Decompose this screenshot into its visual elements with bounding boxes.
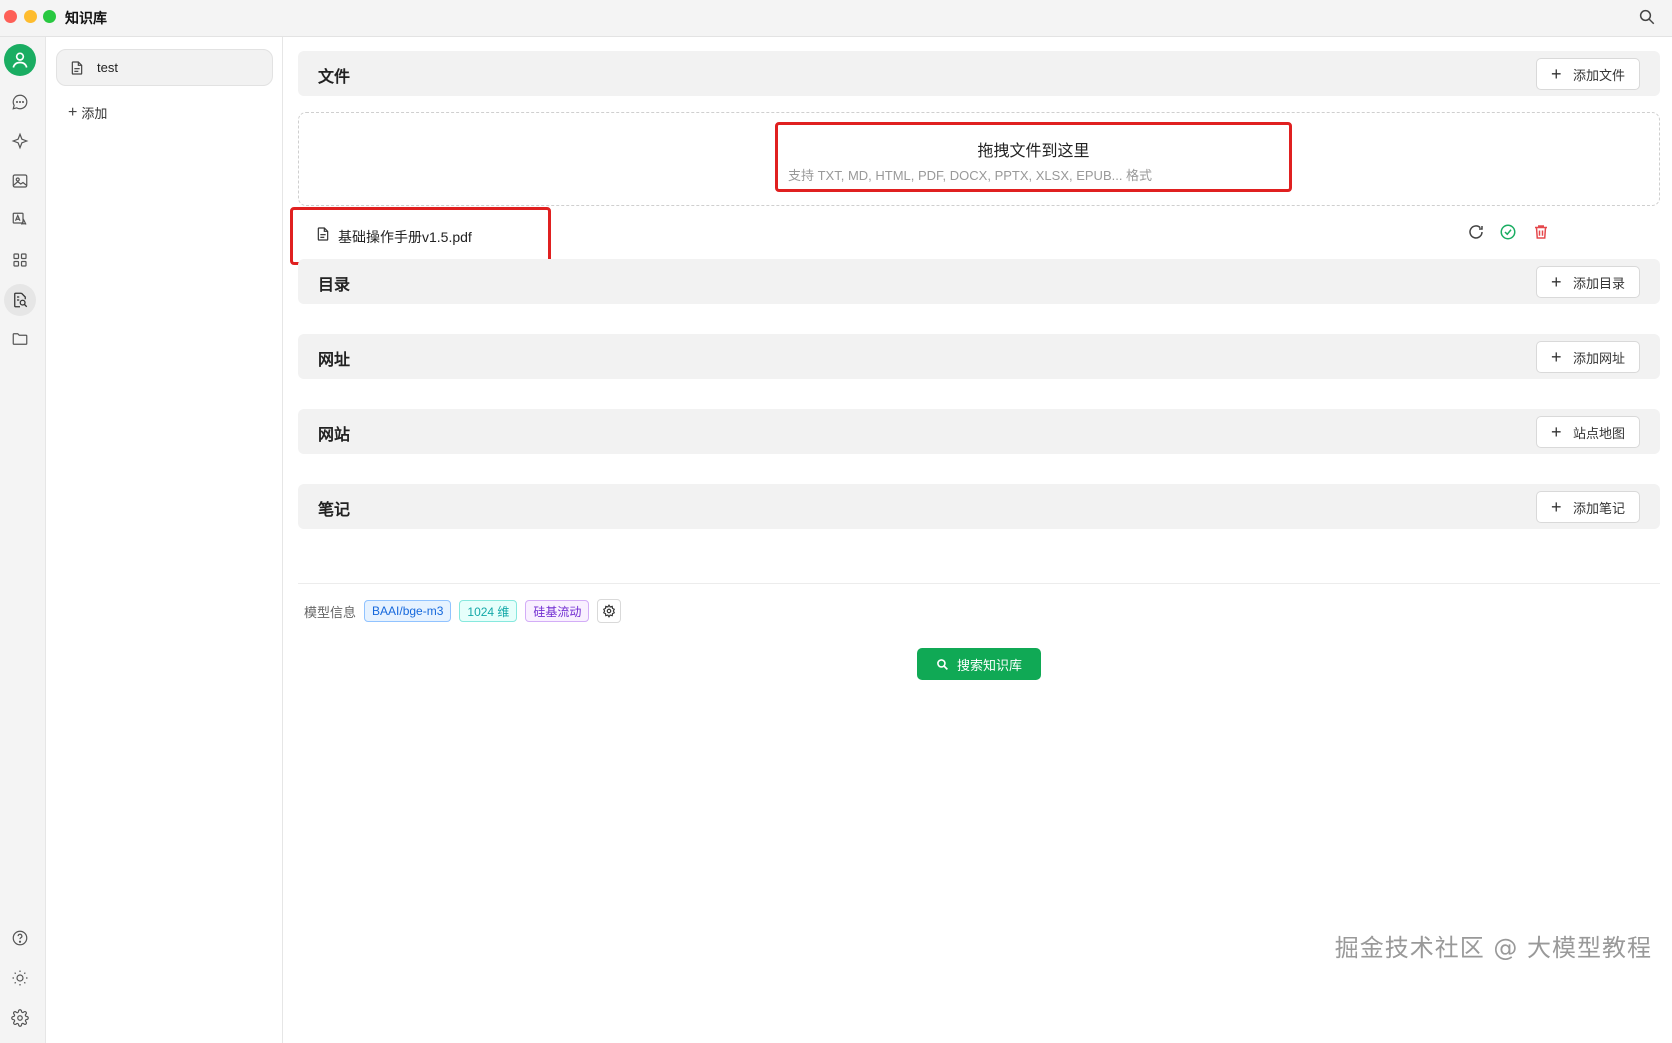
- minimize-window-button[interactable]: [24, 10, 37, 23]
- file-list-item: 基础操作手册v1.5.pdf: [290, 207, 1660, 265]
- knowledge-base-list: test + 添加: [46, 37, 283, 1043]
- divider: [298, 583, 1660, 584]
- zoom-window-button[interactable]: [43, 10, 56, 23]
- file-name: 基础操作手册v1.5.pdf: [338, 229, 472, 245]
- chat-icon[interactable]: [7, 89, 33, 115]
- directory-section-header: 目录 + 添加目录: [298, 259, 1660, 304]
- search-icon[interactable]: [1638, 8, 1658, 28]
- search-icon: [937, 658, 948, 670]
- website-section-title: 网站: [318, 427, 351, 444]
- knowledge-base-icon[interactable]: [4, 284, 36, 316]
- sitemap-label: 站点地图: [1572, 425, 1625, 441]
- add-url-label: 添加网址: [1572, 350, 1625, 366]
- dropzone-title: 拖拽文件到这里: [977, 143, 1090, 160]
- urls-section-header: 网址 + 添加网址: [298, 334, 1660, 379]
- highlight-box: 基础操作手册v1.5.pdf: [290, 207, 551, 265]
- search-button-label: 搜索知识库: [956, 657, 1022, 673]
- add-directory-label: 添加目录: [1572, 275, 1625, 291]
- model-info-row: 模型信息 BAAI/bge-m3 1024 维 硅基流动: [304, 599, 622, 623]
- add-note-button[interactable]: + 添加笔记: [1535, 491, 1640, 523]
- kb-item-label: test: [97, 60, 118, 75]
- highlight-box: 拖拽文件到这里 支持 TXT, MD, HTML, PDF, DOCX, PPT…: [775, 122, 1292, 192]
- folder-icon[interactable]: [7, 326, 33, 352]
- avatar[interactable]: [4, 44, 36, 76]
- add-url-button[interactable]: + 添加网址: [1535, 341, 1640, 373]
- add-label: 添加: [81, 106, 108, 121]
- model-name-tag: BAAI/bge-m3: [364, 600, 452, 622]
- plus-icon: +: [1550, 64, 1562, 84]
- sparkle-icon[interactable]: [7, 128, 33, 154]
- provider-tag: 硅基流动: [525, 600, 590, 622]
- delete-trash-icon[interactable]: [1532, 223, 1550, 241]
- directory-section-title: 目录: [318, 277, 351, 294]
- dimensions-tag: 1024 维: [459, 600, 518, 622]
- notes-section-header: 笔记 + 添加笔记: [298, 484, 1660, 529]
- file-icon: [315, 225, 331, 243]
- kb-item-test[interactable]: test: [56, 49, 273, 86]
- notes-section-title: 笔记: [318, 502, 351, 519]
- plus-icon: +: [1550, 272, 1562, 292]
- image-icon[interactable]: [7, 168, 33, 194]
- plus-icon: +: [68, 103, 78, 121]
- plus-icon: +: [1550, 347, 1562, 367]
- files-section-title: 文件: [318, 69, 351, 86]
- add-knowledge-base-button[interactable]: + 添加: [68, 103, 107, 122]
- model-settings-gear-icon[interactable]: [597, 599, 622, 623]
- add-note-label: 添加笔记: [1572, 500, 1625, 516]
- dropzone-subtitle: 支持 TXT, MD, HTML, PDF, DOCX, PPTX, XLSX,…: [788, 168, 1153, 183]
- apps-grid-icon[interactable]: [7, 247, 33, 273]
- help-icon[interactable]: [7, 925, 33, 951]
- plus-icon: +: [1550, 497, 1562, 517]
- file-dropzone[interactable]: 拖拽文件到这里 支持 TXT, MD, HTML, PDF, DOCX, PPT…: [298, 112, 1660, 206]
- website-section-header: 网站 + 站点地图: [298, 409, 1660, 454]
- close-window-button[interactable]: [4, 10, 17, 23]
- title-bar: 知识库: [0, 0, 1672, 37]
- watermark: 掘金技术社区 @ 大模型教程: [1334, 934, 1652, 962]
- model-info-label: 模型信息: [304, 604, 357, 620]
- translate-icon[interactable]: [7, 207, 33, 233]
- sitemap-button[interactable]: + 站点地图: [1535, 416, 1640, 448]
- refresh-icon[interactable]: [1467, 223, 1485, 241]
- search-knowledge-base-button[interactable]: 搜索知识库: [917, 648, 1041, 680]
- icon-rail: [0, 37, 46, 1043]
- add-file-button[interactable]: + 添加文件: [1535, 58, 1640, 90]
- add-directory-button[interactable]: + 添加目录: [1535, 266, 1640, 298]
- urls-section-title: 网址: [318, 352, 351, 369]
- theme-sun-icon[interactable]: [7, 965, 33, 991]
- add-file-label: 添加文件: [1572, 67, 1625, 83]
- document-icon: [69, 60, 85, 76]
- settings-gear-icon[interactable]: [7, 1005, 33, 1031]
- window-title: 知识库: [65, 10, 107, 26]
- status-check-icon: [1499, 223, 1517, 241]
- files-section-header: 文件 + 添加文件: [298, 51, 1660, 96]
- main-content: 文件 + 添加文件 拖拽文件到这里 支持 TXT, MD, HTML, PDF,…: [283, 37, 1672, 1043]
- plus-icon: +: [1550, 422, 1562, 442]
